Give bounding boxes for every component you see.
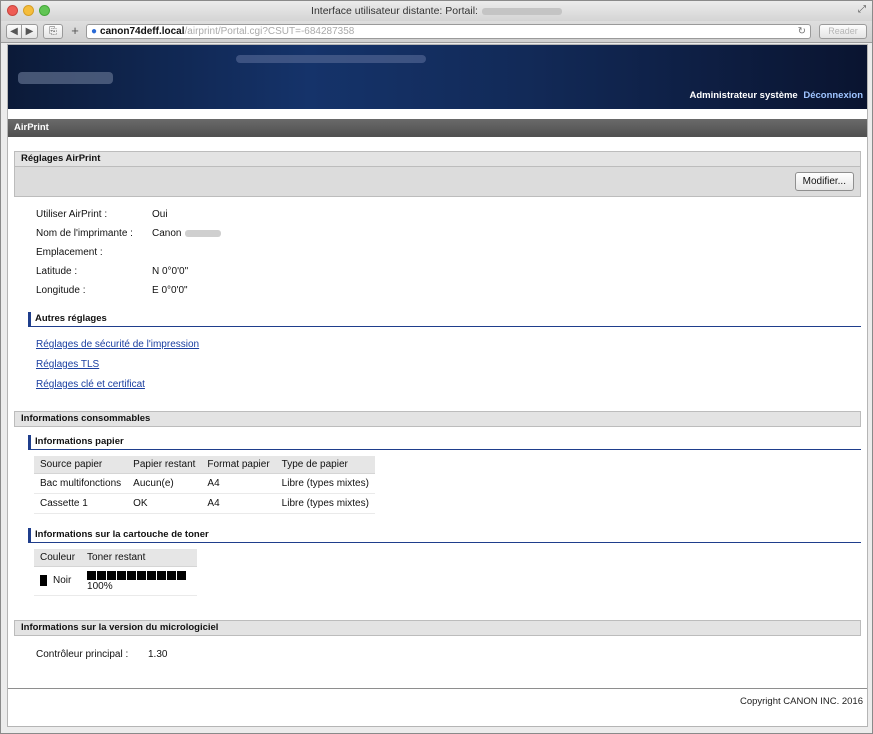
add-bookmark-button[interactable]: + — [67, 24, 83, 39]
window-title-text: Interface utilisateur distante: Portail: — [311, 5, 478, 17]
fullscreen-icon[interactable]: ⤢ — [858, 4, 866, 15]
toner-segment — [87, 570, 97, 580]
table-cell: OK — [127, 493, 202, 514]
table-cell: Libre (types mixtes) — [275, 493, 375, 514]
table-cell: Bac multifonctions — [34, 473, 128, 494]
toner-level-label: 100% — [87, 581, 113, 592]
toner-segment — [157, 570, 167, 580]
url-path: /airprint/Portal.cgi?CSUT=-684287358 — [184, 26, 355, 37]
title-bar: Interface utilisateur distante: Portail:… — [1, 1, 872, 21]
toner-segment — [137, 570, 147, 580]
logout-link[interactable]: Déconnexion — [803, 90, 863, 101]
paper-info-heading: Informations papier — [28, 435, 861, 450]
latitude-label: Latitude : — [36, 266, 78, 277]
back-button[interactable]: ◀ — [6, 24, 22, 39]
toner-table: Couleur Toner restant Noir 100% — [34, 549, 198, 596]
longitude-value: E 0°0'0" — [152, 285, 188, 296]
table-cell: Aucun(e) — [127, 473, 202, 494]
toner-level-cell: 100% — [81, 566, 198, 596]
table-row: Bac multifonctions Aucun(e) A4 Libre (ty… — [34, 473, 375, 494]
device-logo-redacted — [18, 72, 113, 84]
location-label: Emplacement : — [36, 247, 103, 258]
address-bar[interactable]: ● canon74deff.local/airprint/Portal.cgi?C… — [86, 24, 811, 39]
toner-segment — [127, 570, 137, 580]
toner-color-cell: Noir — [34, 566, 82, 596]
airprint-settings-heading: Réglages AirPrint — [14, 151, 861, 167]
property-row: Utiliser AirPrint : Oui — [36, 205, 867, 224]
toner-info-heading: Informations sur la cartouche de toner — [28, 528, 861, 543]
column-header: Source papier — [34, 456, 128, 474]
main-controller-label: Contrôleur principal : — [36, 648, 129, 660]
window-title: Interface utilisateur distante: Portail: — [1, 5, 872, 17]
toner-segment — [167, 570, 177, 580]
airprint-action-bar: Modifier... — [14, 167, 861, 197]
property-row: Nom de l'imprimante : Canon — [36, 224, 867, 243]
property-row: Latitude : N 0°0'0" — [36, 262, 867, 281]
firmware-heading: Informations sur la version du micrologi… — [14, 620, 861, 636]
toner-segment — [107, 570, 117, 580]
other-settings-heading: Autres réglages — [28, 312, 861, 327]
web-page: Administrateur système Déconnexion AirPr… — [7, 44, 868, 727]
table-header-row: Source papier Papier restant Format papi… — [34, 456, 375, 474]
color-swatch — [40, 575, 47, 587]
firmware-row: Contrôleur principal : 1.30 — [36, 646, 867, 662]
user-label: Administrateur système — [689, 90, 798, 101]
tls-settings-link[interactable]: Réglages TLS — [36, 355, 867, 375]
toner-segment — [97, 570, 107, 580]
key-certificate-settings-link[interactable]: Réglages clé et certificat — [36, 375, 867, 395]
printer-name-value: Canon — [152, 228, 222, 239]
globe-icon: ● — [91, 26, 98, 37]
forward-button[interactable]: ▶ — [22, 24, 38, 39]
header-banner: Administrateur système Déconnexion — [8, 45, 867, 109]
table-cell: Libre (types mixtes) — [275, 473, 375, 494]
toner-segment — [177, 570, 187, 580]
toner-color-label: Noir — [53, 575, 72, 587]
latitude-value: N 0°0'0" — [152, 266, 189, 277]
column-header: Toner restant — [81, 549, 198, 567]
page-title: AirPrint — [8, 119, 867, 137]
share-button[interactable]: ⎘ — [43, 24, 63, 39]
property-row: Longitude : E 0°0'0" — [36, 281, 867, 300]
redacted-model — [185, 229, 222, 237]
use-airprint-value: Oui — [152, 209, 168, 220]
copyright-text: Copyright CANON INC. 2016 — [739, 696, 863, 707]
printer-name-text: Canon — [152, 228, 182, 239]
page-footer: Copyright CANON INC. 2016 — [8, 688, 867, 707]
table-cell: A4 — [201, 493, 276, 514]
other-settings-links: Réglages de sécurité de l'impression Rég… — [36, 335, 867, 395]
toner-segment — [147, 570, 157, 580]
printer-name-label: Nom de l'imprimante : — [36, 228, 133, 239]
url-host: canon74deff.local — [100, 26, 185, 37]
table-header-row: Couleur Toner restant — [34, 549, 198, 567]
table-row: Cassette 1 OK A4 Libre (types mixtes) — [34, 493, 375, 514]
user-area: Administrateur système Déconnexion — [689, 90, 863, 101]
table-cell: A4 — [201, 473, 276, 494]
main-controller-version: 1.30 — [148, 648, 168, 660]
browser-window: Interface utilisateur distante: Portail:… — [0, 0, 873, 734]
column-header: Couleur — [34, 549, 82, 567]
table-row: Noir 100% — [34, 566, 198, 596]
browser-toolbar: ◀ ▶ ⎘ + ● canon74deff.local/airprint/Port… — [1, 21, 872, 43]
table-cell: Cassette 1 — [34, 493, 128, 514]
modify-button[interactable]: Modifier... — [794, 172, 854, 191]
column-header: Papier restant — [127, 456, 202, 474]
column-header: Type de papier — [275, 456, 375, 474]
column-header: Format papier — [201, 456, 276, 474]
device-name-redacted — [236, 55, 426, 63]
toner-level-bar — [87, 570, 187, 580]
paper-table: Source papier Papier restant Format papi… — [34, 456, 375, 514]
print-security-settings-link[interactable]: Réglages de sécurité de l'impression — [36, 335, 867, 355]
longitude-label: Longitude : — [36, 285, 86, 296]
property-row: Emplacement : — [36, 243, 867, 262]
use-airprint-label: Utiliser AirPrint : — [36, 209, 108, 220]
airprint-properties: Utiliser AirPrint : Oui Nom de l'imprima… — [36, 205, 867, 300]
reader-button[interactable]: Reader — [819, 24, 867, 39]
consumables-heading: Informations consommables — [14, 411, 861, 427]
toner-segment — [117, 570, 127, 580]
reload-icon[interactable]: ↻ — [798, 25, 806, 38]
redacted-title-part — [481, 7, 562, 15]
